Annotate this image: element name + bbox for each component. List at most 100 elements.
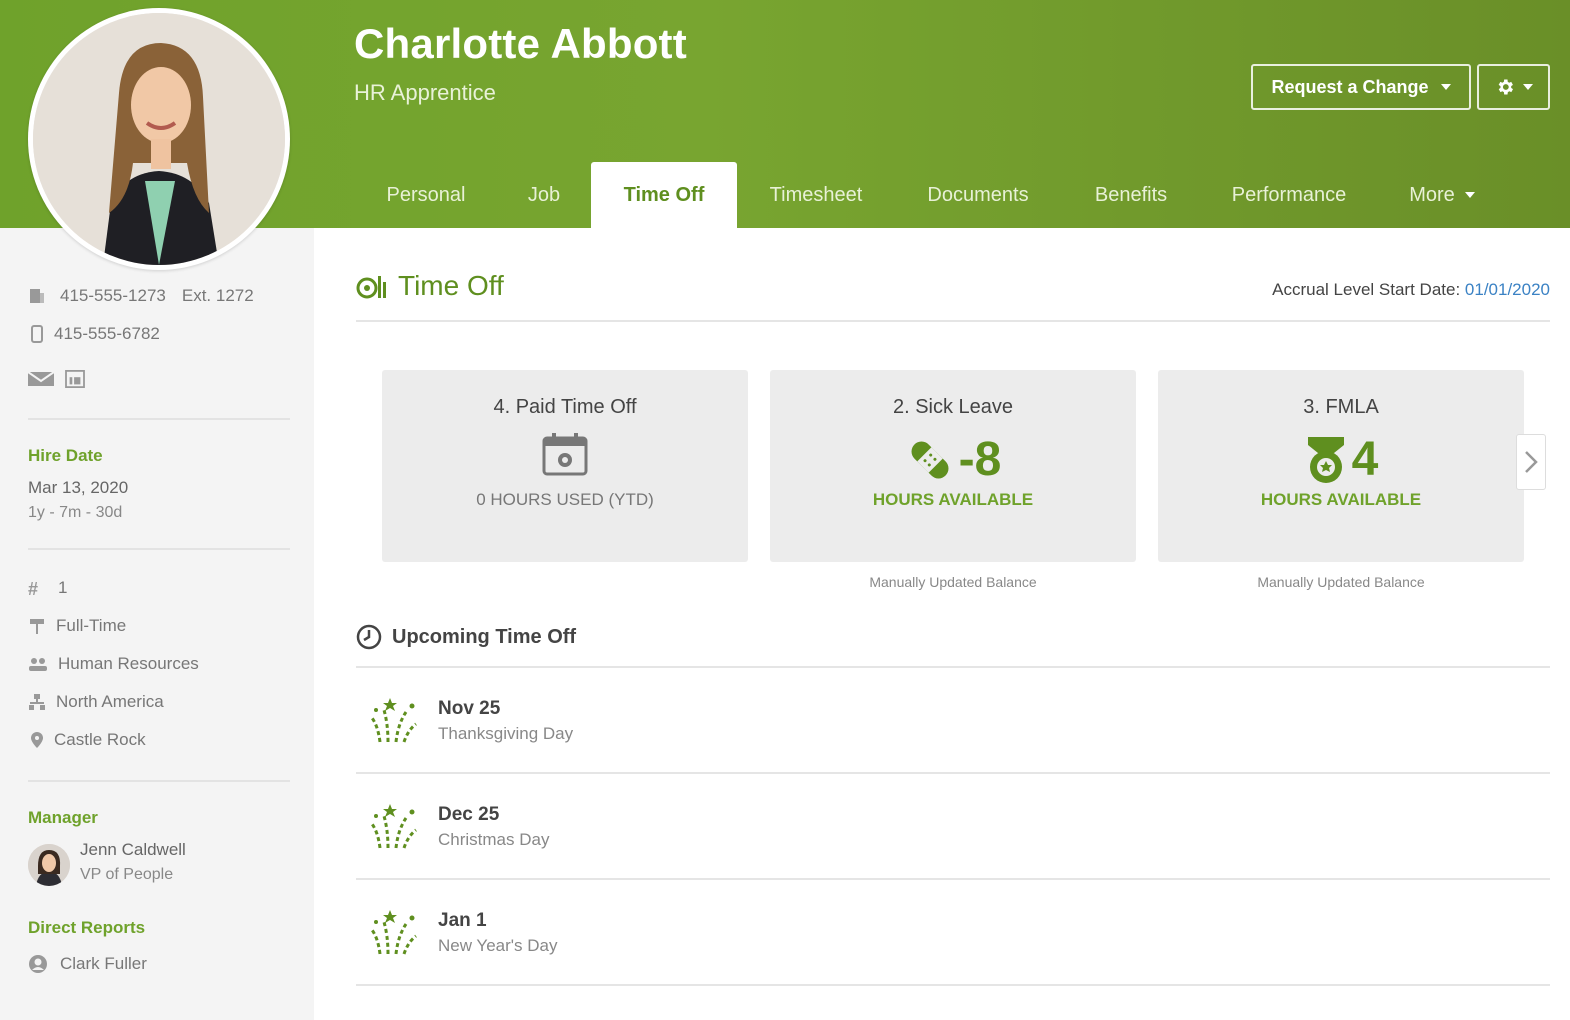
employee-photo-frame (28, 8, 290, 270)
tab-personal[interactable]: Personal (355, 162, 497, 228)
tab-job[interactable]: Job (497, 162, 591, 228)
time-off-card-pto[interactable]: 4. Paid Time Off 0 HOURS USED (YTD) (382, 370, 748, 562)
division-row: North America (28, 692, 164, 712)
location-row: Castle Rock (28, 730, 146, 750)
list-item[interactable]: Nov 25 Thanksgiving Day (356, 668, 1550, 772)
direct-report-name[interactable]: Clark Fuller (60, 954, 147, 974)
manager-avatar[interactable] (28, 844, 70, 886)
work-phone-row: 415-555-1273 Ext. 1272 (28, 286, 254, 306)
tab-documents[interactable]: Documents (895, 162, 1061, 228)
accrual-start-date: Accrual Level Start Date: 01/01/2020 (1272, 280, 1550, 299)
office-phone-icon (30, 289, 44, 303)
card-hours-used: 0 HOURS USED (YTD) (476, 490, 654, 509)
request-change-button[interactable]: Request a Change (1251, 64, 1471, 110)
chevron-down-icon (1522, 84, 1533, 90)
employee-avatar (33, 13, 285, 265)
holiday-date: Nov 25 (438, 698, 501, 719)
calendar-icon (542, 433, 588, 476)
time-off-icon (356, 276, 386, 299)
fmla-note: Manually Updated Balance (1257, 574, 1425, 590)
hash-icon: # (28, 579, 39, 599)
linkedin-icon[interactable] (64, 370, 86, 388)
gear-icon (1498, 79, 1513, 95)
mobile-phone-icon (31, 325, 43, 343)
department: Human Resources (58, 654, 199, 673)
hire-date: Mar 13, 2020 (28, 478, 129, 497)
holiday-date: Dec 25 (438, 804, 500, 825)
direct-reports-label: Direct Reports (28, 918, 146, 937)
cards-next-button[interactable] (1516, 434, 1546, 490)
tab-performance[interactable]: Performance (1201, 162, 1377, 228)
department-row: Human Resources (28, 654, 199, 674)
fmla-balance: 4 (1351, 433, 1379, 486)
employee-job-title: HR Apprentice (354, 80, 496, 105)
sick-leave-balance: -8 (958, 433, 1002, 486)
tab-more[interactable]: More (1377, 162, 1507, 228)
holiday-date: Jan 1 (438, 910, 487, 931)
user-circle-icon (29, 955, 47, 973)
phone-extension: Ext. 1272 (181, 286, 254, 305)
employee-number-row: # 1 (28, 578, 68, 599)
tab-time-off[interactable]: Time Off (591, 162, 737, 228)
celebration-icon (370, 698, 417, 743)
org-chart-icon (29, 694, 45, 710)
sidebar-divider (28, 780, 290, 782)
mobile-phone-row: 415-555-6782 (28, 324, 160, 344)
sidebar-divider (28, 548, 290, 550)
accrual-date-link[interactable]: 01/01/2020 (1465, 280, 1550, 299)
email-icon[interactable] (28, 370, 54, 388)
manager-name[interactable]: Jenn Caldwell (80, 840, 186, 860)
list-divider (356, 984, 1550, 986)
tenure: 1y - 7m - 30d (28, 504, 123, 521)
tab-timesheet[interactable]: Timesheet (737, 162, 895, 228)
mobile-phone[interactable]: 415-555-6782 (54, 324, 160, 344)
status-sign-icon (30, 619, 44, 634)
employee-name: Charlotte Abbott (354, 20, 687, 67)
employee-photo (33, 13, 285, 265)
bandage-icon (911, 441, 949, 478)
upcoming-time-off-heading: Upcoming Time Off (356, 624, 576, 650)
contact-links (28, 370, 100, 388)
work-phone[interactable]: 415-555-1273 (60, 286, 166, 306)
manager-photo (28, 844, 70, 886)
holiday-name: New Year's Day (438, 936, 558, 955)
card-title: 4. Paid Time Off (493, 396, 637, 418)
profile-sidebar: 415-555-1273 Ext. 1272 415-555-6782 Hire… (0, 228, 314, 1020)
card-title: 3. FMLA (1303, 396, 1379, 418)
employment-status-row: Full-Time (28, 616, 126, 636)
card-hours-available: HOURS AVAILABLE (1260, 490, 1422, 509)
list-item[interactable]: Dec 25 Christmas Day (356, 774, 1550, 878)
time-off-panel: Time Off Accrual Level Start Date: 01/01… (314, 228, 1570, 1020)
celebration-icon (370, 910, 417, 955)
clock-icon (356, 624, 382, 650)
direct-report-row[interactable]: Clark Fuller (28, 954, 147, 974)
holiday-name: Thanksgiving Day (438, 724, 574, 743)
card-title: 2. Sick Leave (892, 396, 1014, 418)
people-group-icon (29, 658, 47, 671)
profile-tabs: Personal Job Time Off Timesheet Document… (355, 162, 1507, 228)
chevron-down-icon (1440, 84, 1451, 90)
holiday-name: Christmas Day (438, 830, 550, 849)
celebration-icon (370, 804, 417, 849)
employment-status: Full-Time (56, 616, 127, 635)
employee-number: 1 (58, 578, 68, 597)
sidebar-divider (28, 418, 290, 420)
chevron-down-icon (1464, 192, 1475, 198)
time-off-card-fmla[interactable]: 3. FMLA 4 HOURS AVAILABLE (1158, 370, 1524, 562)
tab-benefits[interactable]: Benefits (1061, 162, 1201, 228)
chevron-right-icon (1525, 451, 1538, 473)
manager-title: VP of People (80, 866, 174, 883)
hire-date-label: Hire Date (28, 446, 103, 465)
sick-leave-note: Manually Updated Balance (869, 574, 1037, 590)
list-item[interactable]: Jan 1 New Year's Day (356, 880, 1550, 984)
section-divider (356, 320, 1550, 322)
time-off-heading: Time Off (356, 270, 504, 302)
settings-menu-button[interactable] (1477, 64, 1550, 110)
manager-label: Manager (28, 808, 98, 827)
division: North America (56, 692, 164, 711)
location: Castle Rock (54, 730, 146, 749)
location-pin-icon (31, 732, 43, 748)
time-off-card-sick-leave[interactable]: 2. Sick Leave -8 HOURS AVAILABLE (770, 370, 1136, 562)
card-hours-available: HOURS AVAILABLE (872, 490, 1034, 509)
request-change-label: Request a Change (1271, 76, 1429, 97)
